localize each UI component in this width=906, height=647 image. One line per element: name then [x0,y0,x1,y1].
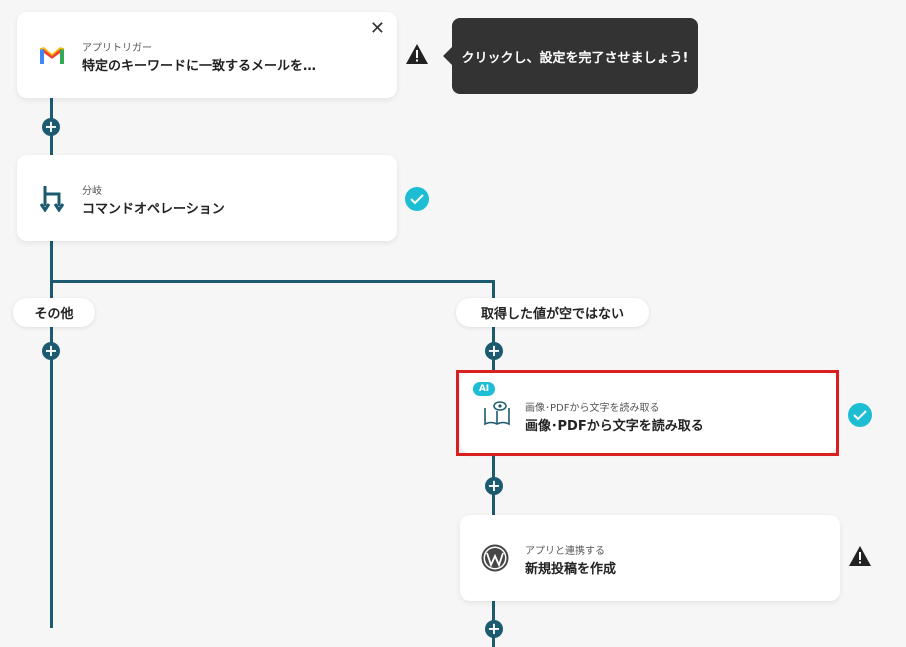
branch-horizontal-line [50,280,495,283]
trigger-card-subtitle: アプリトリガー [82,43,152,54]
tooltip-text: クリックし、設定を完了させましょう! [461,50,689,66]
add-step-button[interactable]: + [42,342,60,360]
ai-badge: AI [473,382,495,396]
branch-label-other-text: その他 [34,307,74,322]
add-step-button[interactable]: + [485,342,503,360]
branch-card-title: コマンドオペレーション [82,202,225,217]
completed-check-icon [405,187,429,211]
warning-icon [405,43,429,65]
gmail-icon [37,40,67,70]
flow-canvas: + + + + + アプリトリガー 特定のキーワードに一致するメールを… ✕ ク… [0,0,906,647]
add-step-button[interactable]: + [485,477,503,495]
wordpress-card[interactable]: アプリと連携する 新規投稿を作成 [460,515,840,601]
branch-label-not-empty[interactable]: 取得した値が空ではない [456,298,649,327]
ocr-card[interactable]: AI 画像･PDFから文字を読み取る 画像･PDFから文字を読み取る [460,373,837,453]
add-step-button[interactable]: + [42,118,60,136]
wordpress-card-subtitle: アプリと連携する [525,546,605,557]
tooltip: クリックし、設定を完了させましょう! [443,18,698,94]
ocr-card-subtitle: 画像･PDFから文字を読み取る [525,403,660,414]
branch-card[interactable]: 分岐 コマンドオペレーション [17,155,397,241]
warning-icon [848,545,872,567]
trigger-card-title: 特定のキーワードに一致するメールを… [82,59,317,74]
branch-icon [37,183,67,213]
close-icon[interactable]: ✕ [370,20,385,38]
book-eye-icon [482,398,512,428]
trigger-card[interactable]: アプリトリガー 特定のキーワードに一致するメールを… ✕ [17,12,397,98]
wordpress-icon [480,543,510,573]
wordpress-card-title: 新規投稿を作成 [525,562,617,577]
branch-label-other[interactable]: その他 [13,298,95,327]
branch-card-subtitle: 分岐 [82,186,102,197]
add-step-button[interactable]: + [485,620,503,638]
ocr-card-title: 画像･PDFから文字を読み取る [525,419,704,434]
branch-label-not-empty-text: 取得した値が空ではない [480,307,624,322]
completed-check-icon [848,403,872,427]
